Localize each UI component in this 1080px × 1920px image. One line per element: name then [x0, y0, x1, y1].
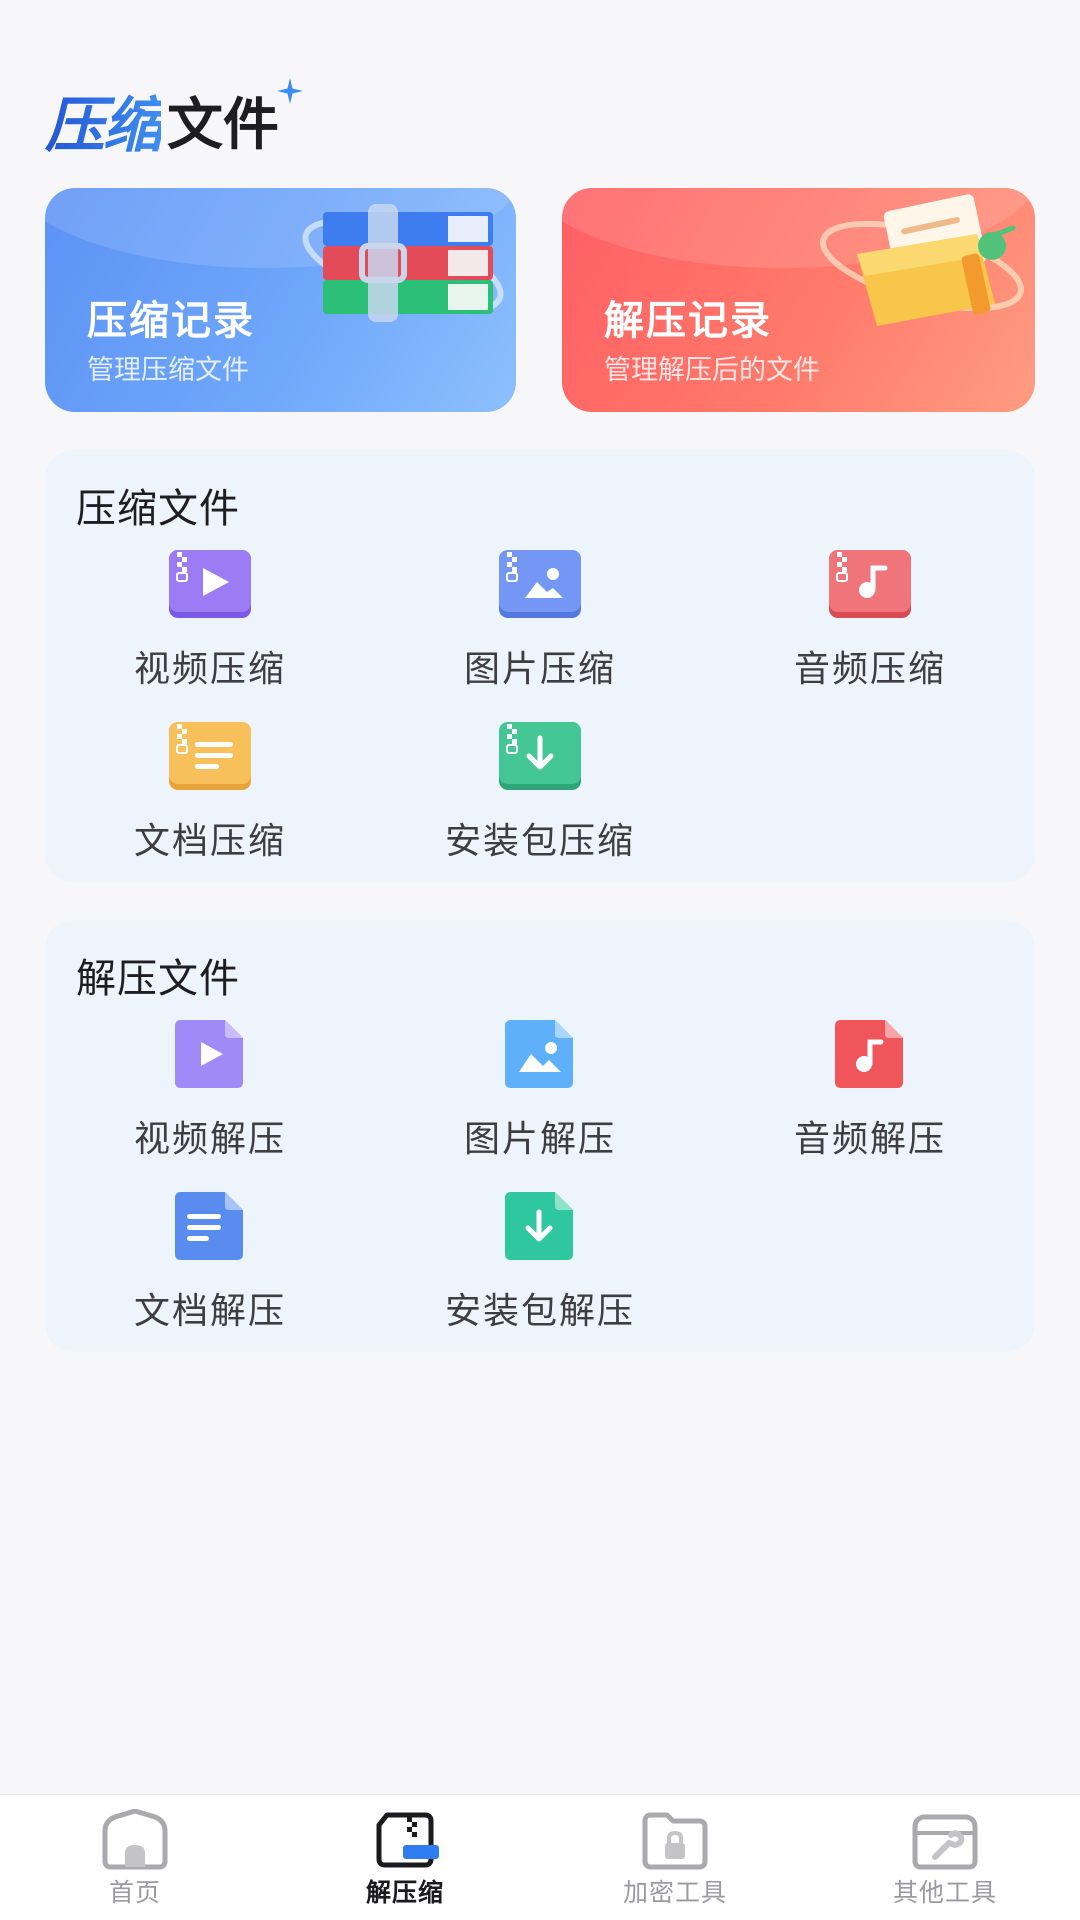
audio-compress-button[interactable]: 音频压缩: [705, 548, 1035, 698]
archive-books-icon: [302, 204, 504, 322]
audio-zip-icon: [829, 550, 911, 618]
video-compress-button[interactable]: 视频压缩: [45, 548, 375, 698]
image-compress-label: 图片压缩: [463, 649, 616, 690]
image-file-icon: [505, 1020, 573, 1088]
video-extract-button[interactable]: 视频解压: [45, 1018, 375, 1168]
audio-file-icon: [835, 1020, 903, 1088]
package-extract-label: 安装包解压: [444, 1291, 635, 1332]
compress-record-title: 压缩记录: [87, 298, 255, 344]
document-compress-label: 文档压缩: [133, 821, 286, 862]
nav-item-other-tools[interactable]: 其他工具: [845, 1809, 1045, 1917]
image-extract-label: 图片解压: [463, 1119, 616, 1160]
extract-record-subtitle: 管理解压后的文件: [604, 355, 820, 386]
video-file-icon: [175, 1020, 243, 1088]
page-title-rest: 文件: [167, 92, 279, 158]
nav-label-archive: 解压缩: [365, 1878, 444, 1907]
video-compress-label: 视频压缩: [133, 649, 286, 690]
bottom-nav-bar: 首页 解压缩 加密工具 其他工具: [0, 1794, 1080, 1920]
image-zip-icon: [499, 550, 581, 618]
compress-files-panel: 压缩文件 视频压缩 图片压缩 音频压缩 文档压缩 安装包压缩: [45, 450, 1035, 882]
package-zip-icon: [499, 722, 581, 790]
archive-icon: [376, 1812, 439, 1868]
nav-label-home: 首页: [108, 1878, 161, 1907]
extract-record-card[interactable]: 解压记录 管理解压后的文件: [562, 188, 1035, 412]
extract-files-heading: 解压文件: [76, 956, 240, 1002]
document-zip-icon: [169, 722, 251, 790]
home-icon: [102, 1809, 168, 1870]
nav-item-home[interactable]: 首页: [35, 1809, 235, 1917]
compress-record-card[interactable]: 压缩记录 管理压缩文件: [45, 188, 516, 412]
document-extract-button[interactable]: 文档解压: [45, 1190, 375, 1340]
page-title-accent: 压缩: [45, 77, 163, 164]
compress-files-heading: 压缩文件: [76, 486, 240, 532]
video-zip-icon: [169, 550, 251, 618]
audio-compress-label: 音频压缩: [793, 649, 946, 690]
compress-record-subtitle: 管理压缩文件: [87, 355, 249, 386]
image-extract-button[interactable]: 图片解压: [375, 1018, 705, 1168]
audio-extract-label: 音频解压: [793, 1119, 946, 1160]
image-compress-button[interactable]: 图片压缩: [375, 548, 705, 698]
document-file-icon: [175, 1192, 243, 1260]
lock-folder-icon: [642, 1812, 708, 1870]
nav-label-encrypt: 加密工具: [622, 1878, 727, 1907]
open-folder-icon: [820, 194, 1024, 326]
package-compress-button[interactable]: 安装包压缩: [375, 720, 705, 870]
audio-extract-button[interactable]: 音频解压: [705, 1018, 1035, 1168]
document-compress-button[interactable]: 文档压缩: [45, 720, 375, 870]
document-extract-label: 文档解压: [133, 1291, 286, 1332]
package-file-icon: [505, 1192, 573, 1260]
package-compress-label: 安装包压缩: [444, 821, 635, 862]
video-extract-label: 视频解压: [133, 1119, 286, 1160]
extract-files-panel: 解压文件 视频解压 图片解压 音频解压 文档解压 安装包解压: [45, 920, 1035, 1352]
nav-label-other-tools: 其他工具: [892, 1878, 997, 1907]
extract-record-title: 解压记录: [604, 298, 772, 344]
nav-item-archive[interactable]: 解压缩: [305, 1809, 505, 1917]
sparkle-icon: [277, 78, 303, 104]
package-extract-button[interactable]: 安装包解压: [375, 1190, 705, 1340]
nav-item-encrypt[interactable]: 加密工具: [575, 1809, 775, 1917]
toolbox-icon: [912, 1814, 978, 1870]
page-title: 压缩 文件: [45, 78, 303, 161]
